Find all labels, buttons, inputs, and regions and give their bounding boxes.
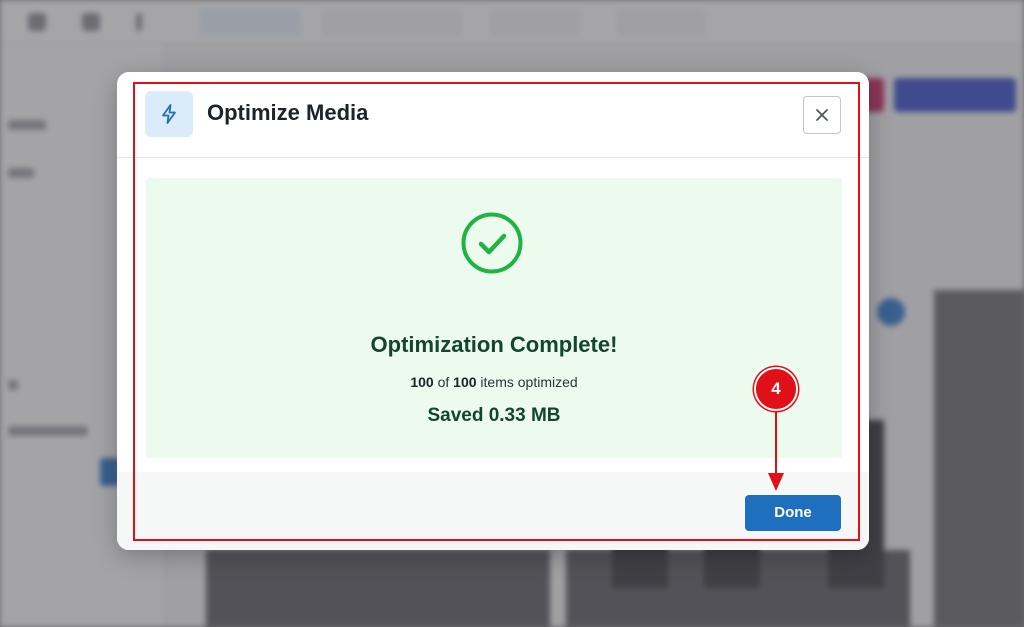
annotation-arrow-icon: [768, 411, 784, 491]
step-number-badge: 4: [754, 367, 798, 411]
annotation-highlight-box: [133, 82, 860, 541]
